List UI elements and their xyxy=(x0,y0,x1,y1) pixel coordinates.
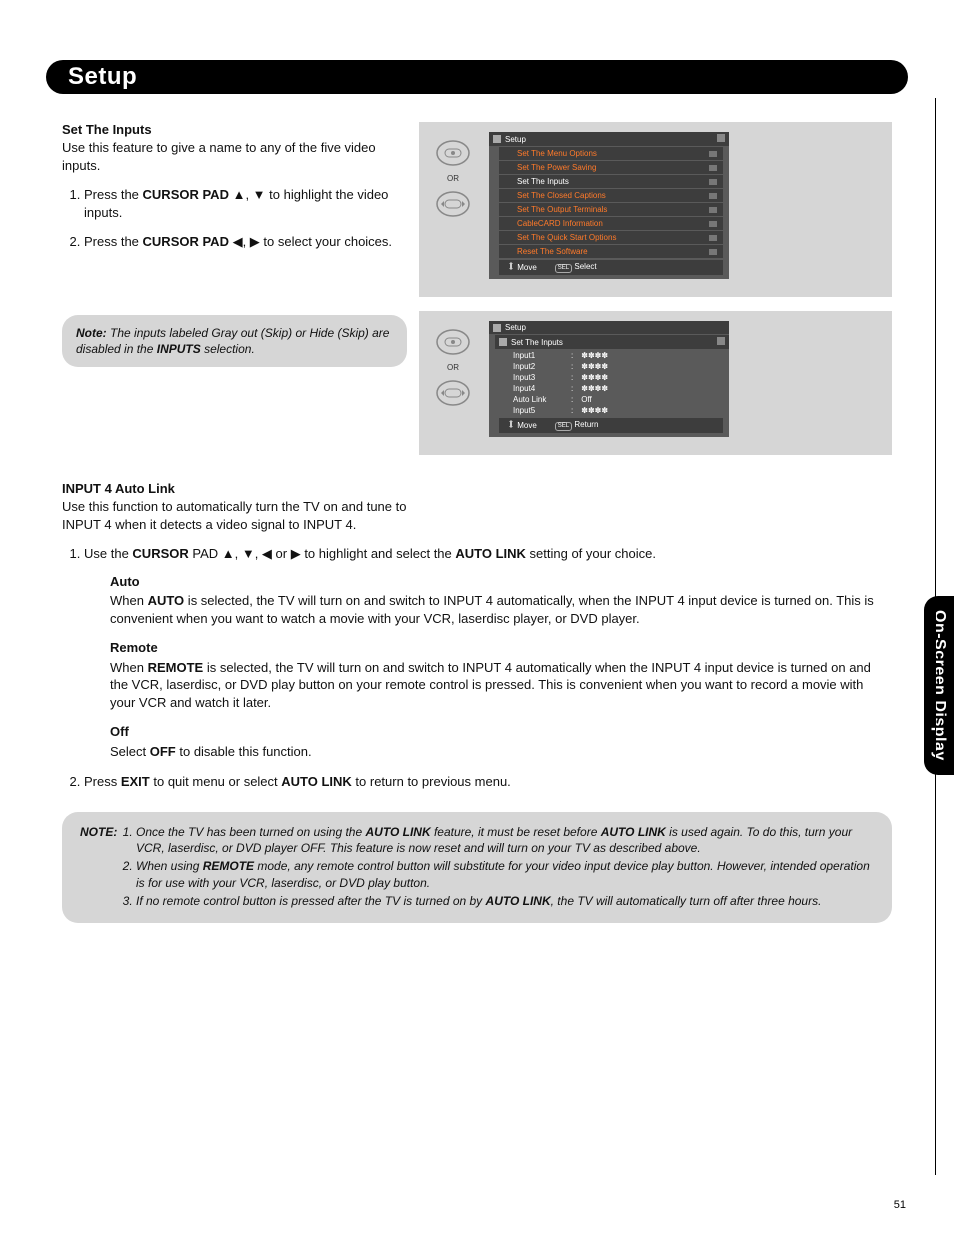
wrench-icon xyxy=(709,179,717,185)
wrench-icon xyxy=(709,221,717,227)
osd-menu-2: Setup Set The Inputs Input1:✽✽✽✽ Input2:… xyxy=(489,321,729,437)
move-arrows-icon xyxy=(507,262,515,270)
osd-1-title: Setup xyxy=(489,132,729,146)
note2-item2: When using REMOTE mode, any remote contr… xyxy=(136,858,874,890)
cursor-pad-icon xyxy=(433,136,473,170)
menu-item: CableCARD Information xyxy=(499,217,723,230)
menu-icon xyxy=(493,324,501,332)
move-arrows-icon xyxy=(507,420,515,428)
note-1: Note: The inputs labeled Gray out (Skip)… xyxy=(62,315,407,367)
sel-badge: SEL xyxy=(555,422,572,431)
note-2: NOTE: Once the TV has been turned on usi… xyxy=(62,812,892,923)
note2-item3: If no remote control button is pressed a… xyxy=(136,893,874,909)
menu-item: Reset The Software xyxy=(499,245,723,258)
note2-item1: Once the TV has been turned on using the… xyxy=(136,824,874,856)
remote-icons-1: OR xyxy=(429,132,477,279)
input-row: Input4:✽✽✽✽ xyxy=(489,383,729,394)
set-inputs-intro: Use this feature to give a name to any o… xyxy=(62,139,407,174)
menu-icon xyxy=(499,338,507,346)
input-row: Input1:✽✽✽✽ xyxy=(489,350,729,361)
autolink-step1: Use the CURSOR PAD ▲, ▼, ◀ or ▶ to highl… xyxy=(84,545,892,760)
or-text-1: OR xyxy=(447,174,459,183)
autolink-step2: Press EXIT to quit menu or select AUTO L… xyxy=(84,773,892,791)
wrench-icon xyxy=(717,337,725,345)
osd-screenshot-2: OR Setup Set The Inputs xyxy=(419,311,892,455)
page-title-bar: Setup xyxy=(46,60,908,94)
osd-menu-1: Setup Set The Menu Options Set The Power… xyxy=(489,132,729,279)
osd-screenshot-1: OR Setup Set The Menu Options Set The Po… xyxy=(419,122,892,297)
wrench-icon xyxy=(709,235,717,241)
page-title: Setup xyxy=(68,63,137,91)
sel-badge: SEL xyxy=(555,264,572,273)
set-inputs-heading: Set The Inputs xyxy=(62,122,407,137)
note-1-label: Note: xyxy=(76,326,107,340)
cursor-pad-icon xyxy=(433,325,473,359)
cursor-pad-icon xyxy=(433,376,473,410)
osd-2-subtitle: Set The Inputs xyxy=(495,335,729,349)
remote-heading: Remote xyxy=(110,639,892,657)
wrench-icon xyxy=(709,165,717,171)
set-inputs-step2: Press the CURSOR PAD ◀, ▶ to select your… xyxy=(84,233,407,251)
off-heading: Off xyxy=(110,723,892,741)
menu-item: Set The Menu Options xyxy=(499,147,723,160)
side-tab: On-Screen Display xyxy=(924,596,954,775)
cursor-pad-icon xyxy=(433,187,473,221)
osd-2-footer: Move SEL Return xyxy=(499,418,723,433)
input-row: Auto Link:Off xyxy=(489,394,729,405)
input-row: Input2:✽✽✽✽ xyxy=(489,361,729,372)
input-row: Input5:✽✽✽✽ xyxy=(489,405,729,416)
autolink-steps: Use the CURSOR PAD ▲, ▼, ◀ or ▶ to highl… xyxy=(62,545,892,790)
auto-text: When AUTO is selected, the TV will turn … xyxy=(110,592,892,627)
note-2-label: NOTE: xyxy=(80,824,117,840)
menu-item: Set The Output Terminals xyxy=(499,203,723,216)
menu-icon xyxy=(493,135,501,143)
remote-icons-2: OR xyxy=(429,321,477,437)
menu-item: Set The Quick Start Options xyxy=(499,231,723,244)
menu-item: Set The Power Saving xyxy=(499,161,723,174)
content: Set The Inputs Use this feature to give … xyxy=(62,122,892,923)
remote-text: When REMOTE is selected, the TV will tur… xyxy=(110,659,892,712)
autolink-intro: Use this function to automatically turn … xyxy=(62,498,432,533)
osd-2-title: Setup xyxy=(489,321,729,334)
wrench-icon xyxy=(709,207,717,213)
off-text: Select OFF to disable this function. xyxy=(110,743,892,761)
autolink-heading: INPUT 4 Auto Link xyxy=(62,481,892,496)
set-inputs-step1: Press the CURSOR PAD ▲, ▼ to highlight t… xyxy=(84,186,407,221)
right-divider xyxy=(935,98,936,1175)
input-row: Input3:✽✽✽✽ xyxy=(489,372,729,383)
wrench-icon xyxy=(709,193,717,199)
menu-item: Set The Closed Captions xyxy=(499,189,723,202)
set-inputs-steps: Press the CURSOR PAD ▲, ▼ to highlight t… xyxy=(62,186,407,251)
page: Setup Set The Inputs Use this feature to… xyxy=(0,0,954,1235)
page-number: 51 xyxy=(894,1199,906,1211)
osd-1-footer: Move SEL Select xyxy=(499,260,723,275)
auto-heading: Auto xyxy=(110,573,892,591)
wrench-icon xyxy=(709,249,717,255)
menu-item: Set The Inputs xyxy=(499,175,723,188)
wrench-icon xyxy=(717,134,725,142)
wrench-icon xyxy=(709,151,717,157)
or-text-2: OR xyxy=(447,363,459,372)
